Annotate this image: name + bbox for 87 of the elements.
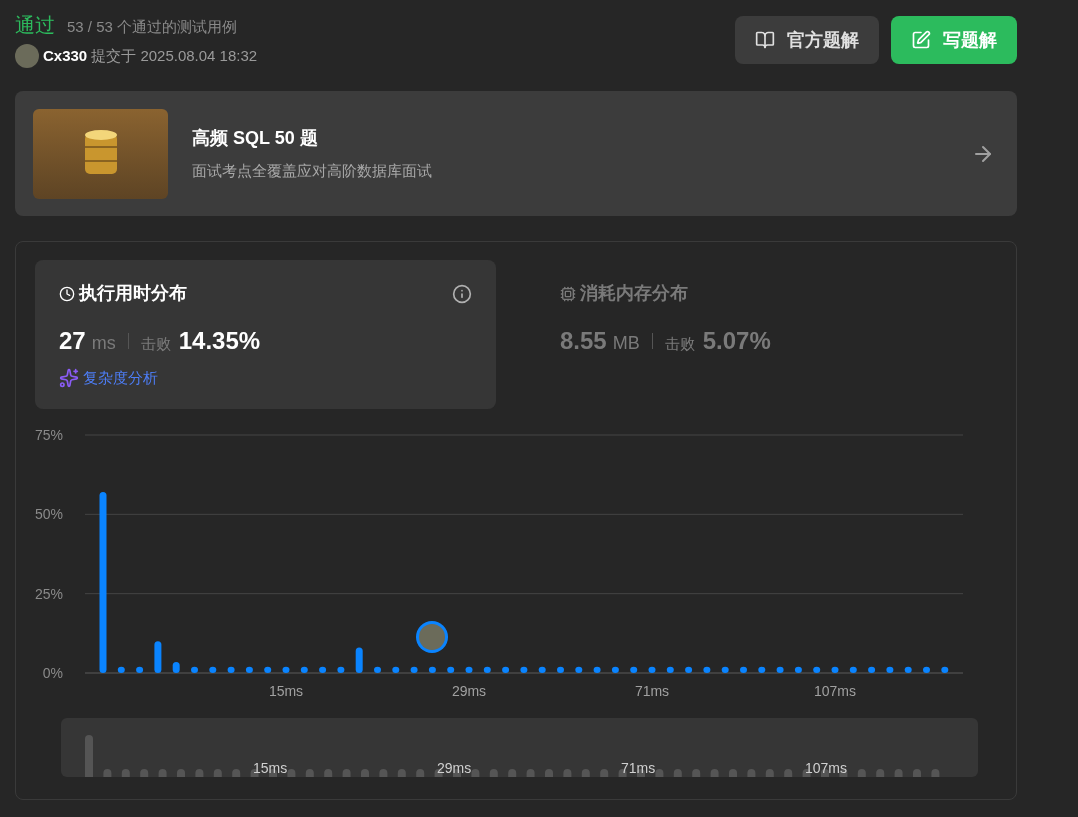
info-icon[interactable] xyxy=(452,283,472,304)
overview-label: 71ms xyxy=(621,759,656,777)
histogram-bar[interactable] xyxy=(941,666,949,673)
histogram-bar[interactable] xyxy=(300,666,308,673)
histogram-bar[interactable] xyxy=(502,666,510,673)
clock-icon xyxy=(59,285,75,302)
chip-icon xyxy=(560,285,576,302)
histogram-bar[interactable] xyxy=(758,666,766,673)
histogram-bar[interactable] xyxy=(245,666,253,673)
stat-unit: ms xyxy=(91,332,116,355)
study-plan-subtitle: 面试考点全覆盖应对高阶数据库面试 xyxy=(192,160,433,181)
histogram-bar[interactable] xyxy=(813,666,821,673)
histogram-bar[interactable] xyxy=(154,641,162,673)
histogram-bar[interactable] xyxy=(392,666,400,673)
x-axis-label: 29ms xyxy=(451,683,487,699)
histogram-bar[interactable] xyxy=(264,666,272,673)
stat-value: 27 xyxy=(59,326,86,356)
histogram-bar[interactable] xyxy=(666,666,674,673)
histogram-bar[interactable] xyxy=(630,666,638,673)
histogram-bar[interactable] xyxy=(447,666,455,673)
tab-title: 消耗内存分布 xyxy=(580,282,688,305)
histogram-bar[interactable] xyxy=(319,666,327,673)
edit-icon xyxy=(911,30,931,50)
histogram-bar[interactable] xyxy=(849,666,857,673)
histogram-bar[interactable] xyxy=(831,666,839,673)
histogram-bar[interactable] xyxy=(374,666,381,673)
beats-label: 击败 xyxy=(140,334,171,354)
overview-brush[interactable]: 15ms 29ms 71ms 107ms xyxy=(61,718,978,777)
histogram-bar[interactable] xyxy=(465,666,473,673)
y-axis-label: 75% xyxy=(34,427,63,443)
histogram-bar[interactable] xyxy=(721,666,729,673)
histogram-bar[interactable] xyxy=(557,666,564,673)
stat-tab[interactable]: 执行用时分布 27 ms 击败 14.35% 复杂度分析 xyxy=(35,260,496,409)
histogram-bar[interactable] xyxy=(483,666,491,673)
test-count: 53 / 53 个通过的测试用例 xyxy=(67,17,238,37)
overview-label: 29ms xyxy=(437,759,472,777)
x-axis-label: 15ms xyxy=(268,683,304,699)
y-axis-label: 50% xyxy=(34,506,63,523)
histogram-bar[interactable] xyxy=(923,666,930,673)
user-avatar[interactable] xyxy=(15,44,39,68)
histogram-bar[interactable] xyxy=(520,666,528,673)
submit-time: 提交于 2025.08.04 18:32 xyxy=(91,45,258,66)
beats-percent: 14.35% xyxy=(178,326,261,356)
overview-label: 107ms xyxy=(805,759,848,777)
solution-button[interactable]: 官方题解 xyxy=(735,16,879,64)
histogram-bar[interactable] xyxy=(886,666,894,673)
stat-value: 8.55 xyxy=(560,326,607,356)
histogram-bar[interactable] xyxy=(172,661,180,673)
stat-tab[interactable]: 消耗内存分布 8.55 MB 击败 5.07% xyxy=(536,260,997,409)
x-axis-label: 107ms xyxy=(814,683,856,699)
histogram-bar[interactable] xyxy=(282,666,290,673)
histogram-bar[interactable] xyxy=(868,666,876,673)
histogram-bar[interactable] xyxy=(794,666,802,673)
histogram-bar[interactable] xyxy=(776,666,784,673)
overview-label: 15ms xyxy=(253,759,288,777)
histogram-bar[interactable] xyxy=(685,666,693,673)
histogram-bar[interactable] xyxy=(648,666,656,673)
y-axis-label: 0% xyxy=(42,665,63,681)
histogram-bar[interactable] xyxy=(740,666,747,673)
username[interactable]: Cx330 xyxy=(43,44,88,68)
histogram-bar[interactable] xyxy=(337,666,345,673)
tab-title: 执行用时分布 xyxy=(79,282,187,305)
stat-unit: MB xyxy=(612,332,640,355)
beats-label: 击败 xyxy=(664,334,695,354)
histogram-bar[interactable] xyxy=(227,666,235,673)
histogram-bar[interactable] xyxy=(209,666,217,673)
histogram-bar[interactable] xyxy=(904,666,912,673)
histogram-bar[interactable] xyxy=(593,666,601,673)
book-icon xyxy=(755,30,775,50)
sparkle-icon xyxy=(59,368,79,389)
study-plan-card[interactable]: 高频 SQL 50 题 面试考点全覆盖应对高阶数据库面试 xyxy=(15,91,1017,216)
histogram-bar[interactable] xyxy=(538,666,546,673)
beats-percent: 5.07% xyxy=(702,326,771,356)
status-text: 通过 xyxy=(15,13,55,38)
x-axis-label: 71ms xyxy=(634,683,670,699)
histogram-bar[interactable] xyxy=(136,666,144,673)
histogram-bar[interactable] xyxy=(611,666,619,673)
histogram-bar[interactable] xyxy=(191,666,198,673)
avatar-marker xyxy=(416,621,448,653)
histogram-bar[interactable] xyxy=(355,647,363,673)
y-axis-label: 25% xyxy=(34,585,63,602)
study-plan-title: 高频 SQL 50 题 xyxy=(192,126,319,150)
histogram-bar[interactable] xyxy=(428,666,436,673)
histogram-bar[interactable] xyxy=(117,666,125,673)
histogram-bar[interactable] xyxy=(703,666,711,673)
histogram-bar[interactable] xyxy=(410,666,418,673)
histogram-bar[interactable] xyxy=(575,666,583,673)
